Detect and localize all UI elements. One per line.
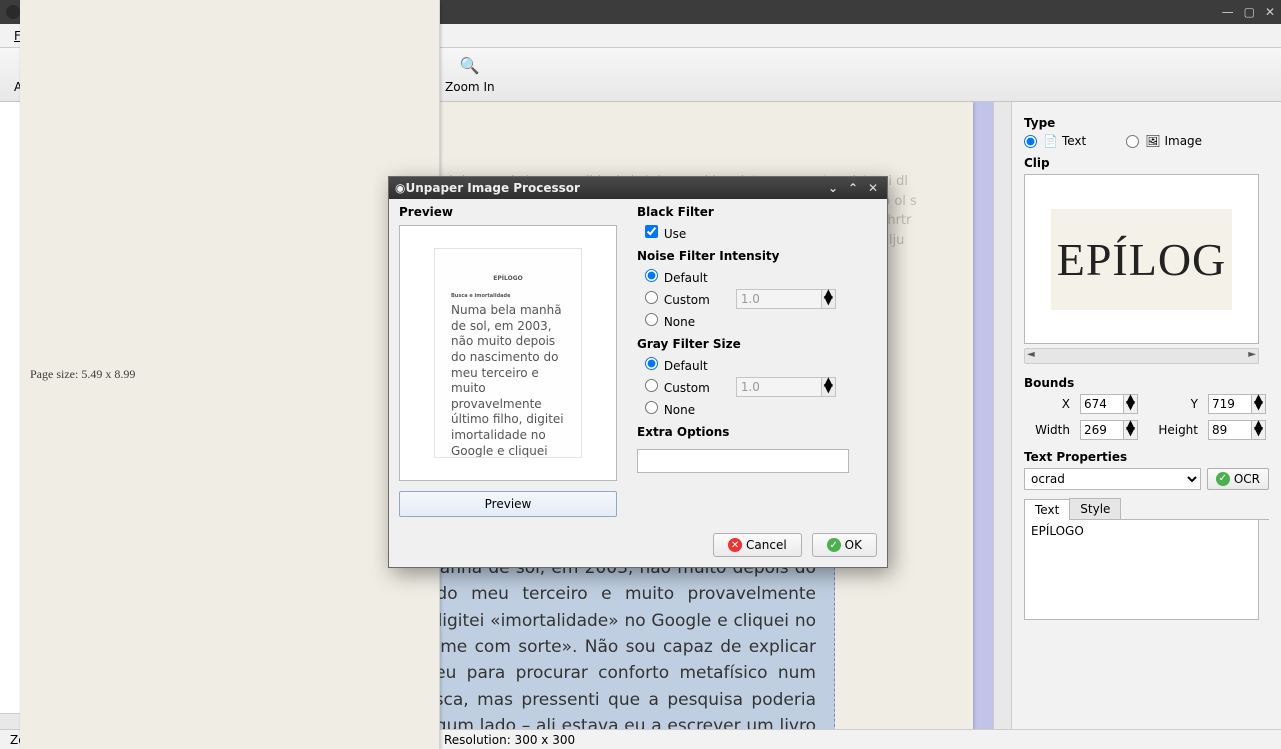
x-input[interactable]: ▲▼: [1080, 394, 1144, 414]
height-label: Height: [1152, 423, 1200, 437]
y-label: Y: [1152, 397, 1200, 411]
extra-options-input[interactable]: [637, 449, 849, 473]
canvas-vscroll[interactable]: [993, 102, 1011, 729]
status-resolution: Resolution: 300 x 300: [434, 730, 585, 749]
cancel-icon: ✕: [728, 538, 742, 552]
dialog-app-icon: ◉: [395, 181, 405, 195]
close-icon[interactable]: ✕: [1265, 5, 1275, 19]
x-label: X: [1024, 397, 1072, 411]
dialog-minimize-icon[interactable]: ⌄: [825, 181, 841, 195]
noise-default-radio[interactable]: Default: [645, 269, 708, 285]
zoom-in-icon: 🔍: [458, 56, 482, 76]
bounds-heading: Bounds: [1024, 376, 1269, 390]
width-label: Width: [1024, 423, 1072, 437]
gray-custom-radio[interactable]: Custom: [645, 379, 710, 395]
type-image-radio[interactable]: 🖼 Image: [1126, 134, 1202, 148]
noise-none-radio[interactable]: None: [645, 313, 695, 329]
use-checkbox[interactable]: Use: [645, 225, 686, 241]
dialog-titlebar[interactable]: ◉ Unpaper Image Processor ⌄ ⌃ ✕: [389, 177, 887, 199]
black-filter-heading: Black Filter: [637, 205, 877, 219]
unpaper-dialog: ◉ Unpaper Image Processor ⌄ ⌃ ✕ Preview …: [388, 176, 888, 568]
gray-default-radio[interactable]: Default: [645, 357, 708, 373]
y-input[interactable]: ▲▼: [1208, 394, 1272, 414]
ocr-button[interactable]: ✓OCR: [1207, 468, 1269, 490]
app-icon: [6, 5, 20, 19]
extra-heading: Extra Options: [637, 425, 877, 439]
ocr-output[interactable]: EPÍLOGO: [1024, 520, 1259, 620]
height-input[interactable]: ▲▼: [1208, 420, 1272, 440]
gray-heading: Gray Filter Size: [637, 337, 877, 351]
statusbar: Zoom: 40% Page size: 5.49 x 8.99 Resolut…: [0, 729, 1281, 749]
gray-custom-input[interactable]: ▲▼: [736, 377, 836, 397]
preview-button[interactable]: Preview: [399, 491, 617, 517]
tab-text[interactable]: Text: [1024, 499, 1070, 520]
dialog-close-icon[interactable]: ✕: [865, 181, 881, 195]
preview-box: EPÍLOGO Busca e imortalidade Numa bela m…: [399, 225, 617, 481]
zoom-in-button[interactable]: 🔍 Zoom In: [435, 52, 505, 98]
ok-icon: ✓: [827, 538, 841, 552]
text-doc-icon: 📄: [1043, 134, 1058, 148]
clip-hscroll[interactable]: [1024, 348, 1259, 364]
dialog-maximize-icon[interactable]: ⌃: [845, 181, 861, 195]
clip-heading: Clip: [1024, 156, 1269, 170]
zoom-in-label: Zoom In: [445, 80, 495, 94]
noise-custom-radio[interactable]: Custom: [645, 291, 710, 307]
clip-preview: EPÍLOG: [1024, 174, 1259, 344]
check-icon: ✓: [1216, 472, 1230, 486]
cancel-button[interactable]: ✕Cancel: [713, 533, 802, 557]
minimize-icon[interactable]: —: [1222, 5, 1234, 19]
properties-panel: Type 📄 Text 🖼 Image Clip EPÍLOG Bounds X…: [1011, 102, 1281, 729]
type-text-radio[interactable]: 📄 Text: [1024, 134, 1086, 148]
type-heading: Type: [1024, 116, 1269, 130]
image-icon: 🖼: [1145, 134, 1160, 148]
text-props-heading: Text Properties: [1024, 450, 1269, 464]
dialog-title: Unpaper Image Processor: [405, 181, 579, 195]
noise-custom-input[interactable]: ▲▼: [736, 289, 836, 309]
maximize-icon[interactable]: ▢: [1244, 5, 1255, 19]
clip-text: EPÍLOG: [1051, 209, 1233, 310]
ok-button[interactable]: ✓OK: [812, 533, 877, 557]
tab-style[interactable]: Style: [1069, 498, 1121, 519]
gray-none-radio[interactable]: None: [645, 401, 695, 417]
ocr-engine-select[interactable]: ocrad: [1024, 468, 1201, 490]
width-input[interactable]: ▲▼: [1080, 420, 1144, 440]
preview-page: EPÍLOGO Busca e imortalidade Numa bela m…: [434, 248, 582, 458]
status-page-size: Page size: 5.49 x 8.99: [20, 0, 440, 749]
preview-heading: Preview: [399, 205, 619, 219]
noise-heading: Noise Filter Intensity: [637, 249, 877, 263]
